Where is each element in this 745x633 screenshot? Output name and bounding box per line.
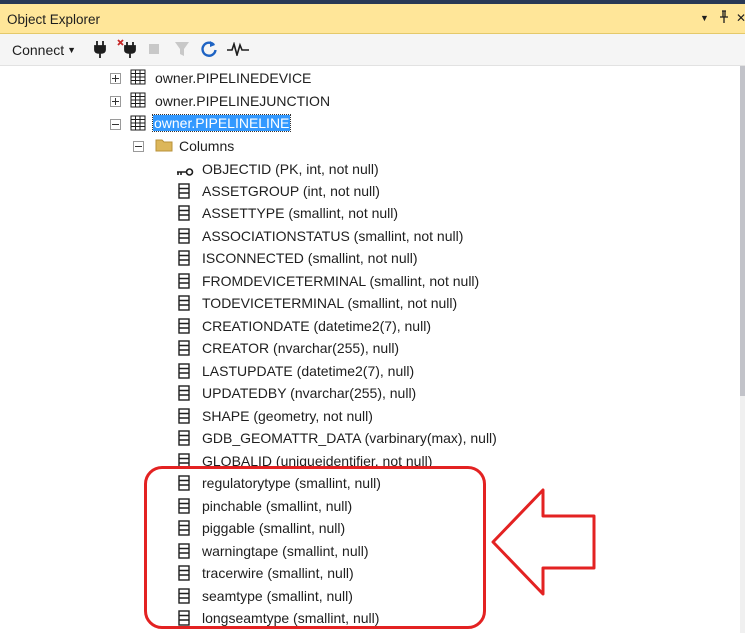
column-label: ASSOCIATIONSTATUS (smallint, not null) (202, 228, 464, 244)
connect-plug-icon[interactable] (92, 39, 108, 64)
column-icon (178, 340, 190, 361)
tree-node-label: owner.PIPELINEDEVICE (155, 70, 312, 86)
column-label: SHAPE (geometry, not null) (202, 408, 373, 424)
column-label: FROMDEVICETERMINAL (smallint, not null) (202, 273, 480, 289)
object-explorer-toolbar: Connect ▼ (0, 34, 745, 66)
column-icon (178, 295, 190, 316)
panel-title-bar: Object Explorer ▼ ✕ (0, 4, 745, 34)
expand-icon[interactable] (110, 96, 121, 107)
chevron-down-icon: ▼ (67, 45, 77, 55)
table-icon (130, 69, 146, 90)
window-position-dropdown-icon[interactable]: ▼ (700, 13, 709, 23)
column-label: LASTUPDATE (datetime2(7), null) (202, 363, 415, 379)
expand-icon[interactable] (110, 73, 121, 84)
column-label: OBJECTID (PK, int, not null) (202, 161, 379, 177)
stop-icon[interactable] (148, 42, 160, 60)
auto-hide-pin-icon[interactable] (719, 10, 729, 27)
connect-label: Connect (12, 42, 65, 58)
column-icon (178, 318, 190, 339)
scrollbar-thumb[interactable] (740, 66, 745, 396)
column-icon (178, 183, 190, 204)
column-icon (178, 363, 190, 384)
column-icon (178, 250, 190, 271)
table-icon (130, 92, 146, 113)
column-label: CREATOR (nvarchar(255), null) (202, 340, 400, 356)
column-label: ASSETTYPE (smallint, not null) (202, 205, 399, 221)
column-icon (178, 430, 190, 451)
column-label: CREATIONDATE (datetime2(7), null) (202, 318, 431, 334)
column-label: ASSETGROUP (int, not null) (202, 183, 380, 199)
filter-icon[interactable] (174, 41, 190, 62)
panel-title: Object Explorer (7, 12, 101, 27)
column-icon (178, 273, 190, 294)
tree-node-label: owner.PIPELINEJUNCTION (155, 93, 331, 109)
collapse-icon[interactable] (110, 119, 121, 130)
connect-button[interactable]: Connect ▼ (12, 42, 76, 58)
primary-key-icon (176, 164, 194, 182)
disconnect-icon[interactable] (117, 39, 139, 64)
column-label: UPDATEDBY (nvarchar(255), null) (202, 385, 417, 401)
collapse-icon[interactable] (133, 141, 144, 152)
column-label: GDB_GEOMATTR_DATA (varbinary(max), null) (202, 430, 497, 446)
activity-monitor-icon[interactable] (227, 41, 249, 61)
column-label: ISCONNECTED (smallint, not null) (202, 250, 418, 266)
column-icon (178, 205, 190, 226)
highlight-arrow-icon (491, 488, 596, 596)
refresh-icon[interactable] (200, 40, 218, 63)
table-icon (130, 115, 146, 136)
column-icon (178, 228, 190, 249)
column-icon (178, 385, 190, 406)
vertical-scrollbar[interactable] (740, 66, 745, 633)
close-icon[interactable]: ✕ (736, 11, 745, 25)
tree-node-label: owner.PIPELINELINE (151, 114, 292, 132)
folder-icon (155, 138, 173, 157)
column-label: TODEVICETERMINAL (smallint, not null) (202, 295, 458, 311)
tree-node-label: Columns (179, 138, 235, 154)
column-icon (178, 408, 190, 429)
highlight-annotation-box (144, 466, 486, 629)
